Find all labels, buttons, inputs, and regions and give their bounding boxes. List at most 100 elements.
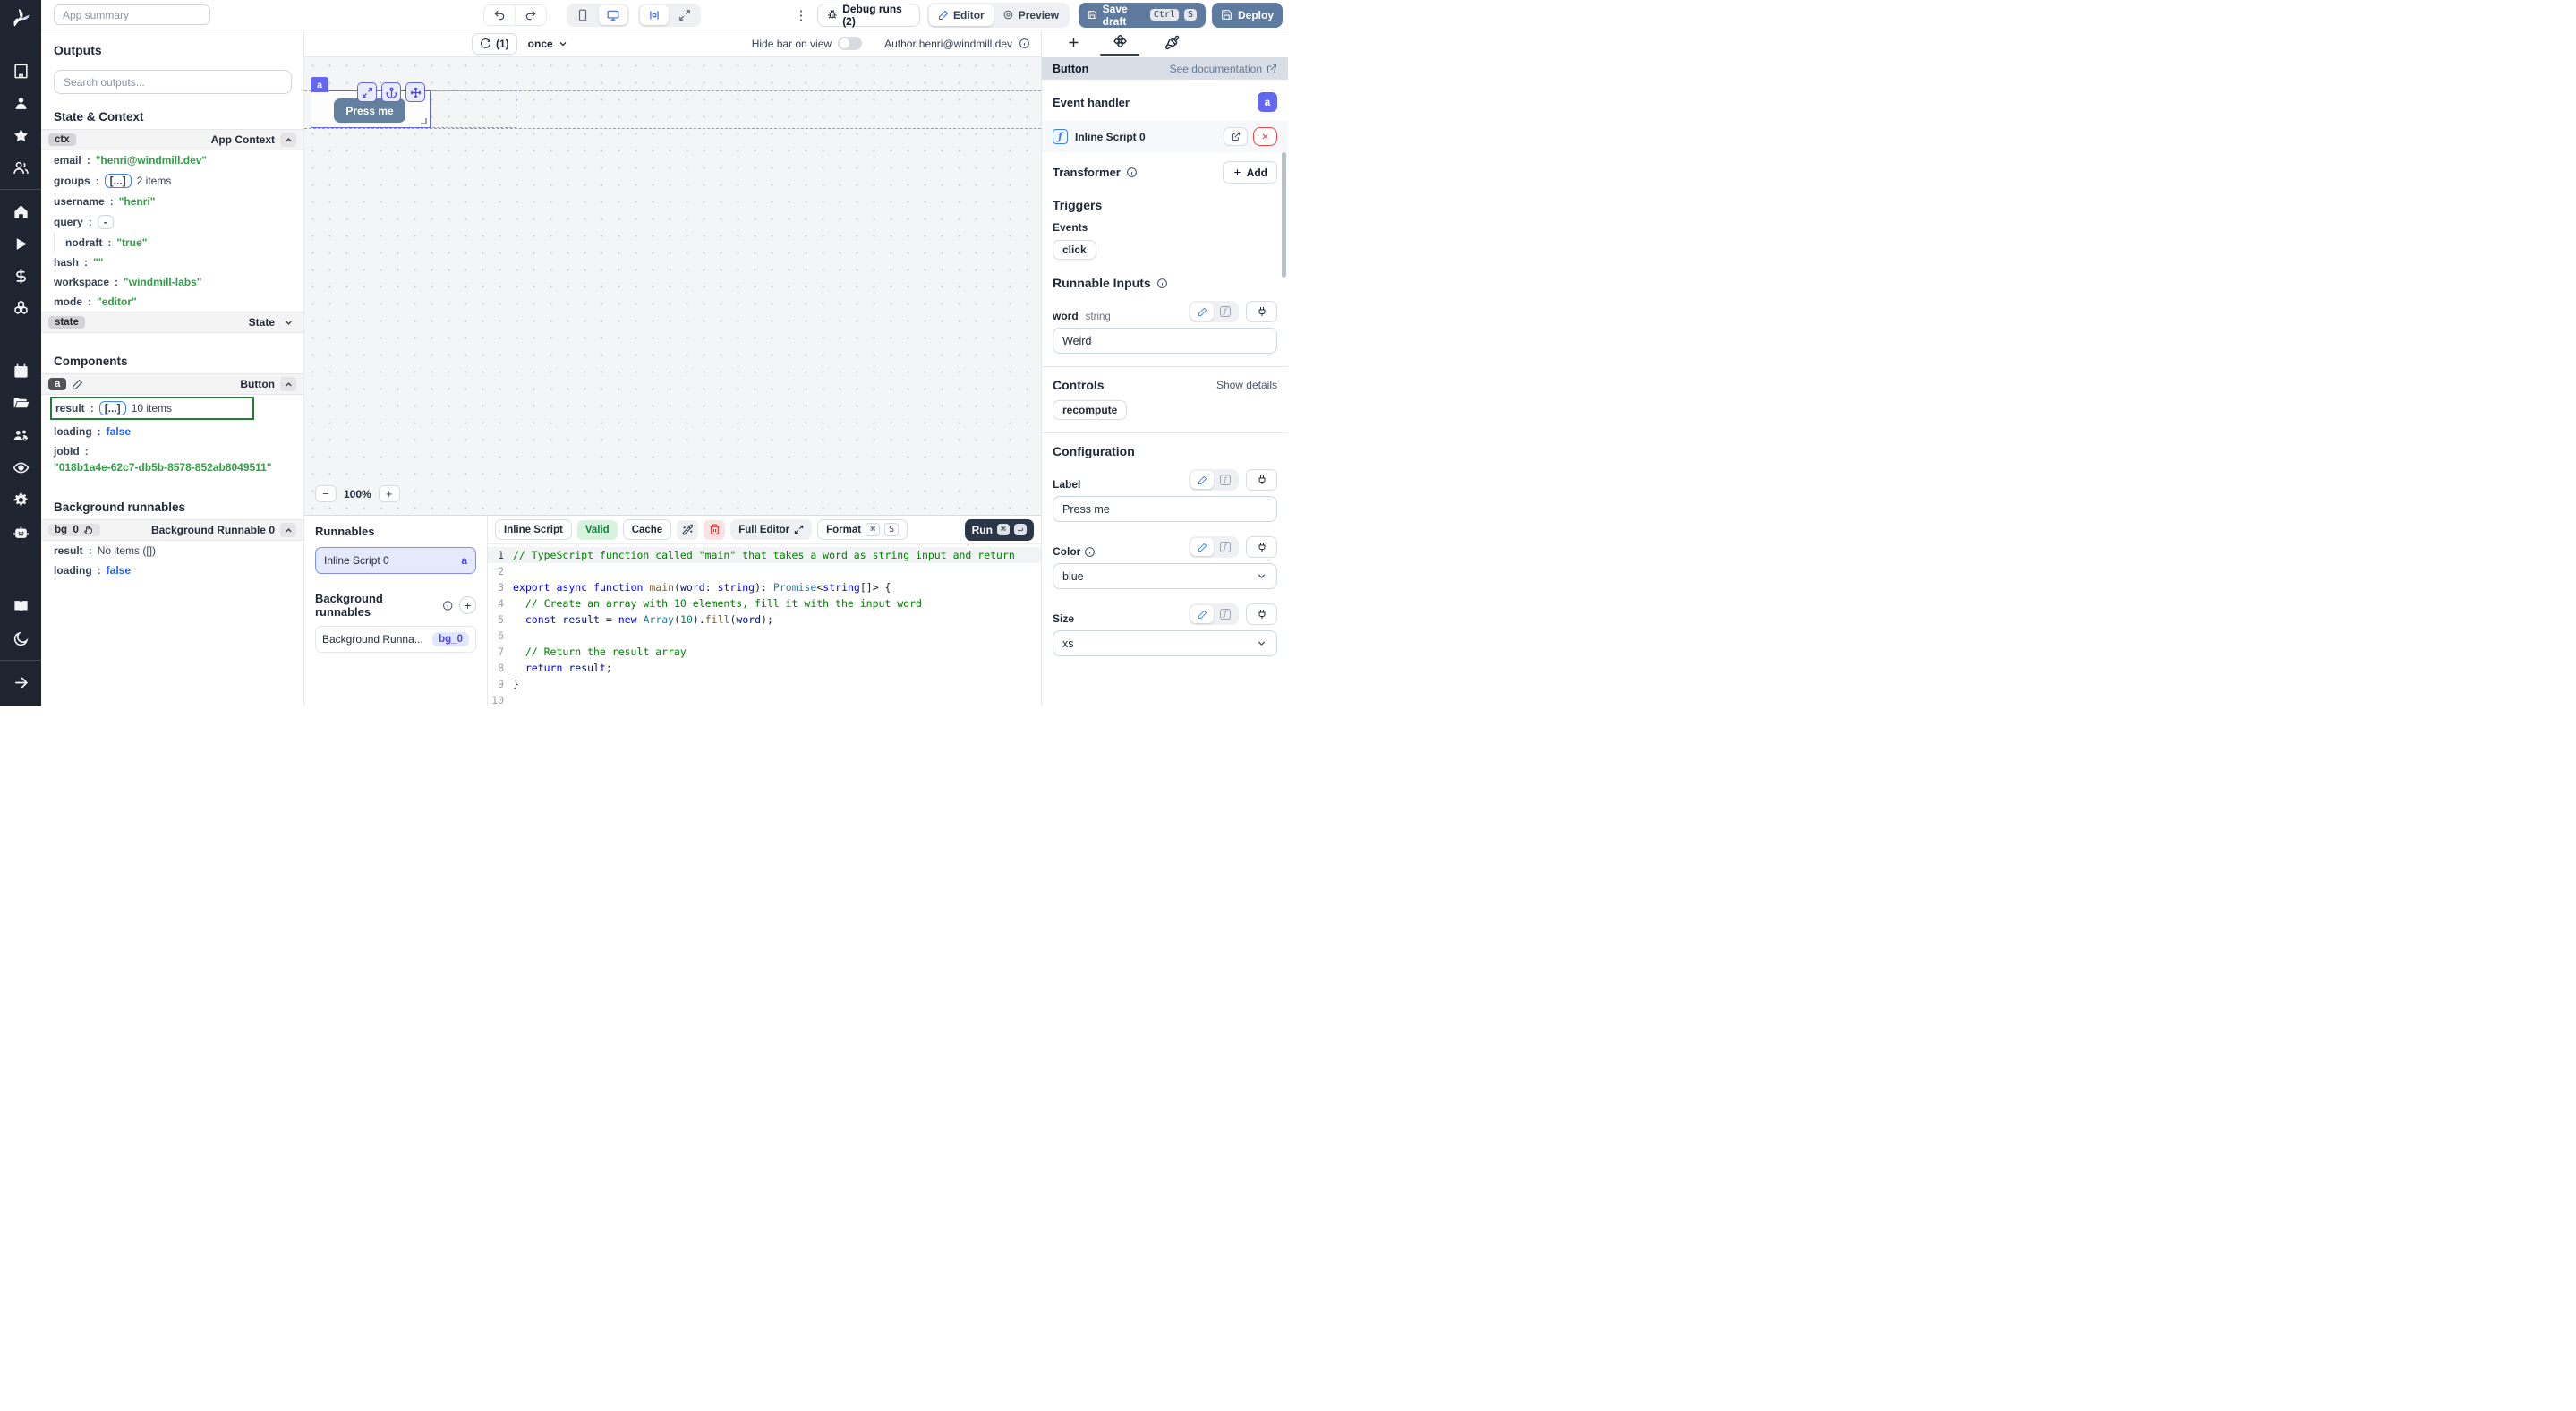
robot-icon[interactable] [0, 516, 41, 548]
function-icon: ƒ [1053, 129, 1068, 144]
tab-styling[interactable] [1146, 35, 1198, 56]
expand-component-handle[interactable] [357, 82, 377, 102]
word-value-input[interactable] [1053, 328, 1277, 354]
size-select[interactable]: xs [1053, 630, 1277, 656]
tab-settings[interactable] [1094, 35, 1146, 56]
open-script-button[interactable] [1224, 127, 1248, 146]
refresh-button[interactable]: (1) [472, 33, 517, 55]
tab-preview[interactable]: Preview [994, 4, 1068, 26]
book-icon[interactable] [0, 590, 41, 622]
redo-button[interactable] [515, 5, 545, 25]
runnable-inline-script-0[interactable]: Inline Script 0 a [315, 547, 476, 574]
word-field-name: word [1053, 310, 1079, 322]
tab-editor[interactable]: Editor [929, 4, 994, 26]
button-component[interactable]: Press me [334, 98, 405, 123]
expand-icon [794, 525, 804, 534]
trash-icon [709, 524, 721, 535]
undo-redo-group [483, 4, 547, 26]
center-align-button[interactable] [640, 5, 669, 25]
eye-icon[interactable] [0, 451, 41, 483]
schedule-dropdown[interactable]: once [528, 38, 568, 50]
event-handler-script-row[interactable]: ƒ Inline Script 0 [1042, 121, 1288, 152]
static-mode-button[interactable] [1190, 471, 1214, 489]
chevron-up-icon[interactable] [280, 377, 296, 391]
desktop-view-button[interactable] [599, 5, 627, 25]
chevron-up-icon[interactable] [280, 133, 296, 147]
delete-script-button[interactable] [704, 520, 725, 540]
chevron-up-icon[interactable] [280, 523, 296, 537]
expand-rail-icon[interactable] [0, 666, 41, 698]
inline-script-tab[interactable]: Inline Script [495, 519, 572, 540]
runnable-bg0[interactable]: Background Runna... bg_0 [315, 626, 476, 653]
cache-button[interactable]: Cache [623, 519, 672, 540]
debug-runs-button[interactable]: Debug runs (2) [817, 4, 921, 27]
expression-mode-button[interactable]: ƒ [1214, 303, 1237, 321]
static-mode-button[interactable] [1190, 605, 1214, 623]
expand-array-badge[interactable]: [...] [105, 174, 132, 188]
zoom-out-button[interactable]: − [315, 485, 337, 502]
format-button[interactable]: Format ⌘ S [817, 519, 908, 540]
component-a-header[interactable]: a Button [41, 373, 303, 395]
windmill-logo[interactable] [9, 7, 32, 35]
connect-input-button[interactable] [1246, 301, 1277, 322]
connect-input-button[interactable] [1246, 469, 1277, 491]
mobile-view-button[interactable] [568, 5, 597, 25]
play-icon[interactable] [0, 227, 41, 260]
dollar-icon[interactable] [0, 260, 41, 292]
building-icon[interactable] [0, 55, 41, 87]
full-editor-button[interactable]: Full Editor [730, 519, 812, 540]
fullscreen-button[interactable] [670, 5, 699, 25]
search-outputs-input[interactable] [54, 70, 292, 94]
expand-array-badge[interactable]: [...] [99, 401, 126, 415]
show-details-link[interactable]: Show details [1216, 379, 1277, 391]
gear-icon[interactable] [0, 483, 41, 516]
bg0-section-header[interactable]: bg_0 Background Runnable 0 [41, 519, 303, 541]
expression-mode-button[interactable]: ƒ [1214, 538, 1237, 556]
calendar-icon[interactable] [0, 355, 41, 387]
ctx-section-header[interactable]: ctx App Context [41, 129, 303, 150]
move-handle[interactable] [405, 82, 425, 102]
app-summary-input[interactable] [54, 4, 210, 25]
expression-mode-button[interactable]: ƒ [1214, 471, 1237, 489]
remove-script-button[interactable] [1253, 127, 1277, 146]
scrollbar-thumb[interactable] [1282, 152, 1286, 278]
expression-mode-button[interactable]: ƒ [1214, 605, 1237, 623]
label-value-input[interactable] [1053, 496, 1277, 522]
boxes-icon[interactable] [0, 292, 41, 324]
zoom-in-button[interactable]: + [379, 485, 400, 502]
app-canvas[interactable]: a Press me − 100% + [304, 57, 1041, 515]
save-draft-button[interactable]: Save draft CtrlS [1079, 3, 1206, 28]
more-menu-icon[interactable]: ⋮ [795, 7, 808, 23]
bug-icon [827, 9, 838, 21]
chevron-down-icon[interactable] [280, 315, 296, 329]
code-lines[interactable]: 1// TypeScript function called "main" th… [488, 544, 1041, 706]
resize-handle[interactable] [421, 118, 427, 124]
star-icon[interactable] [0, 119, 41, 151]
users-icon[interactable] [0, 151, 41, 184]
hand-pointer-icon [83, 525, 94, 535]
undo-button[interactable] [484, 5, 515, 25]
ai-wand-button[interactable] [677, 520, 698, 540]
static-mode-button[interactable] [1190, 538, 1214, 556]
hide-bar-toggle[interactable] [838, 37, 862, 50]
run-button[interactable]: Run ⌘ ↵ [965, 519, 1034, 541]
connect-input-button[interactable] [1246, 536, 1277, 558]
add-background-runnable-button[interactable] [459, 596, 476, 614]
moon-icon[interactable] [0, 622, 41, 654]
pencil-icon[interactable] [72, 379, 83, 390]
add-transformer-button[interactable]: Add [1223, 161, 1277, 184]
user-icon[interactable] [0, 87, 41, 119]
folder-open-icon[interactable] [0, 387, 41, 419]
home-icon[interactable] [0, 195, 41, 227]
ctx-row-username: username:"henri" [41, 192, 303, 211]
anchor-handle[interactable] [381, 82, 401, 102]
layout-tools [638, 4, 701, 27]
state-section-header[interactable]: state State [41, 312, 303, 333]
worker-group-icon[interactable] [0, 419, 41, 451]
deploy-button[interactable]: Deploy [1212, 3, 1283, 28]
static-mode-button[interactable] [1190, 303, 1214, 321]
tab-insert[interactable] [1053, 35, 1094, 56]
see-documentation-link[interactable]: See documentation [1170, 63, 1277, 75]
connect-input-button[interactable] [1246, 603, 1277, 625]
color-select[interactable]: blue [1053, 563, 1277, 589]
